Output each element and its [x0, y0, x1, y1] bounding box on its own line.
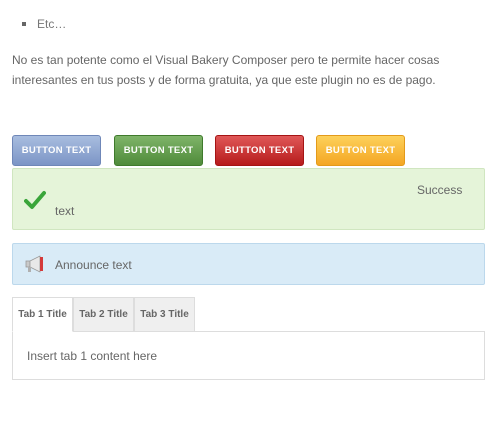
green-button[interactable]: BUTTON TEXT — [114, 135, 203, 166]
tab-3[interactable]: Tab 3 Title — [134, 297, 195, 332]
tab-1[interactable]: Tab 1 Title — [12, 297, 73, 332]
announce-text: Announce text — [55, 258, 132, 272]
success-text-line2: text — [55, 204, 75, 218]
orange-button[interactable]: BUTTON TEXT — [316, 135, 405, 166]
red-button[interactable]: BUTTON TEXT — [215, 135, 304, 166]
megaphone-icon — [25, 255, 43, 273]
announce-message-box: Announce text — [12, 243, 485, 285]
tab-content-text: Insert tab 1 content here — [27, 349, 158, 363]
post-paragraph: No es tan potente como el Visual Bakery … — [12, 53, 440, 87]
tab-2[interactable]: Tab 2 Title — [73, 297, 134, 332]
checkmark-icon — [24, 191, 46, 209]
list-item: Etc… — [22, 17, 66, 31]
success-message-box: Success text — [12, 168, 485, 230]
tab-content-panel: Insert tab 1 content here — [12, 331, 485, 380]
list-item-label: Etc… — [37, 17, 67, 31]
bullet-icon — [22, 22, 26, 26]
success-text-line1: Success — [417, 183, 463, 197]
blue-button[interactable]: BUTTON TEXT — [12, 135, 101, 166]
